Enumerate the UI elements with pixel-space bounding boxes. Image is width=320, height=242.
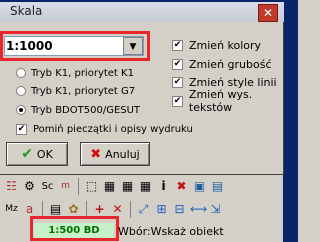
line-icon[interactable]: ⤢: [136, 202, 151, 217]
checkbox[interactable]: ✔: [172, 76, 183, 88]
highlight-box: [30, 216, 119, 241]
radio-label: Tryb BDOT500/GESUT: [31, 104, 141, 116]
checkbox[interactable]: ✔: [172, 39, 183, 51]
checkbox-label: Pomiń pieczątki i opisy wydruku: [33, 123, 193, 135]
highlight-box: [0, 31, 150, 61]
radio-label: Tryb K1, priorytet G7: [31, 85, 136, 97]
grid-icon[interactable]: ▦: [102, 179, 117, 194]
close-icon: ✕: [262, 6, 274, 20]
tool-icon[interactable]: ⚙: [22, 179, 37, 194]
settings-icon[interactable]: ✿: [66, 202, 81, 217]
omit-stamps-checkbox[interactable]: ✔ Pomiń pieczątki i opisy wydruku: [16, 122, 193, 136]
toolbar-separator: [78, 178, 79, 195]
book-icon[interactable]: ▤: [48, 202, 63, 217]
dialog-title: Skala: [10, 4, 43, 18]
cancel-label: Anuluj: [105, 147, 140, 161]
checkbox-label: Zmień wys. tekstów: [188, 88, 253, 114]
delete-icon[interactable]: ✖: [174, 179, 189, 194]
checkbox-label: Zmień style linii: [189, 75, 277, 89]
radio-button[interactable]: [16, 105, 26, 115]
dialog-titlebar[interactable]: [0, 2, 284, 22]
radio-button[interactable]: [16, 68, 26, 78]
checkbox[interactable]: ✔: [16, 123, 27, 135]
radio-k1-k1[interactable]: Tryb K1, priorytet K1: [16, 66, 134, 80]
grid-icon[interactable]: ▦: [120, 179, 135, 194]
layers-icon[interactable]: ☷: [4, 179, 19, 194]
remove-icon[interactable]: ✕: [110, 202, 125, 217]
checkbox[interactable]: ✔: [172, 58, 183, 70]
close-button[interactable]: ✕: [258, 4, 278, 22]
ok-label: OK: [36, 147, 53, 161]
radio-bdot500[interactable]: Tryb BDOT500/GESUT: [16, 103, 140, 117]
ok-button[interactable]: ✔ OK: [6, 142, 68, 166]
arrow-icon[interactable]: ⇲: [208, 202, 223, 217]
radio-label: Tryb K1, priorytet K1: [31, 67, 134, 79]
grid-icon[interactable]: ▦: [138, 179, 153, 194]
select-icon[interactable]: ⬚: [84, 179, 99, 194]
distance-icon[interactable]: ⟷: [190, 202, 207, 217]
sc-button[interactable]: Sc: [40, 179, 55, 194]
toolbar-row-1: ☷ ⚙ Sc m ⬚ ▦ ▦ ▦ i ✖ ▣ ▤: [0, 174, 283, 199]
cancel-button[interactable]: ✖ Anuluj: [80, 142, 150, 166]
mz-button[interactable]: Mz: [4, 202, 19, 217]
radio-button[interactable]: [16, 86, 26, 96]
background-window-strip: [283, 6, 298, 242]
change-line-styles-checkbox[interactable]: ✔ Zmień style linii: [172, 75, 277, 89]
map-icon[interactable]: ▤: [210, 179, 225, 194]
radio-k1-g7[interactable]: Tryb K1, priorytet G7: [16, 84, 135, 98]
change-colors-checkbox[interactable]: ✔ Zmień kolory: [172, 38, 261, 52]
toolbar-separator: [130, 201, 131, 218]
change-text-height-checkbox[interactable]: ✔ Zmień wys. tekstów: [172, 88, 298, 114]
text-icon[interactable]: a: [22, 202, 37, 217]
cross-icon: ✖: [90, 146, 102, 162]
checkbox-label: Zmień grubość: [189, 57, 272, 71]
checkbox-label: Zmień kolory: [189, 38, 262, 52]
change-thickness-checkbox[interactable]: ✔ Zmień grubość: [172, 57, 272, 71]
map-icon[interactable]: ▣: [192, 179, 207, 194]
add-icon[interactable]: +: [92, 202, 107, 217]
measure-icon[interactable]: ⊟: [172, 202, 187, 217]
split-icon[interactable]: ⊞: [154, 202, 169, 217]
checkmark-icon: ✔: [21, 146, 33, 162]
info-icon[interactable]: i: [156, 179, 171, 194]
mz-icon[interactable]: m: [58, 179, 73, 194]
checkbox[interactable]: ✔: [172, 95, 183, 107]
status-message: Wbór:Wskaż obiekt: [118, 225, 224, 238]
